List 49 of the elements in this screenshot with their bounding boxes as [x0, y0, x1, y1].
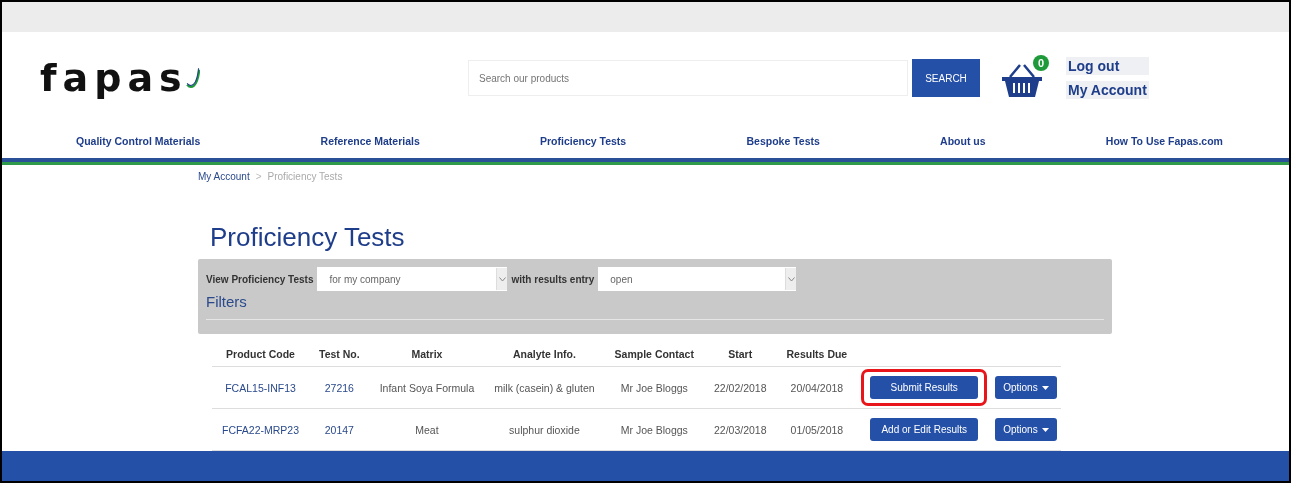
options-button[interactable]: Options [995, 376, 1057, 399]
nav-link[interactable]: How To Use Fapas.com [1105, 135, 1223, 147]
company-select[interactable]: for my company [317, 267, 508, 291]
search-button[interactable]: SEARCH [912, 59, 980, 97]
table-link[interactable]: 20147 [309, 408, 370, 451]
column-header: Results Due [776, 342, 858, 367]
basket-count-badge: 0 [1033, 55, 1049, 71]
table-cell: Infant Soya Formula [369, 366, 485, 409]
nav-link[interactable]: Proficiency Tests [540, 135, 627, 147]
column-header: Test No. [309, 342, 370, 367]
filter-label: View Proficiency Tests [206, 273, 314, 285]
breadcrumb-link[interactable]: My Account [198, 171, 250, 182]
column-header: Analyte Info. [484, 342, 605, 367]
chevron-down-icon [787, 276, 795, 282]
account-link[interactable]: My Account [1066, 81, 1149, 99]
table-cell: 20/04/2018 [776, 366, 858, 409]
column-header: Matrix [369, 342, 485, 367]
table-cell: Mr Joe Bloggs [604, 408, 704, 451]
nav-link[interactable]: Bespoke Tests [746, 135, 820, 147]
page-title: Proficiency Tests [210, 222, 406, 253]
chevron-down-icon [498, 276, 506, 282]
filters-link[interactable]: Filters [206, 293, 247, 310]
table-cell: Mr Joe Bloggs [604, 366, 704, 409]
breadcrumb-separator: > [255, 171, 262, 182]
table-cell: 22/03/2018 [703, 408, 777, 451]
nav-link[interactable]: About us [940, 135, 986, 147]
table-link[interactable]: FCAL15-INF13 [212, 366, 310, 409]
table-cell: Meat [369, 408, 485, 451]
search-field[interactable]: Search our products [468, 60, 908, 96]
logo-text: fapas [40, 56, 188, 100]
column-header: Start [703, 342, 777, 367]
table-cell: 22/02/2018 [703, 366, 777, 409]
table-cell: sulphur dioxide [484, 408, 605, 451]
options-button[interactable]: Options [995, 418, 1057, 441]
nav-link[interactable]: Quality Control Materials [76, 135, 201, 147]
column-header: Product Code [212, 342, 310, 367]
caret-icon [1041, 385, 1049, 390]
results-button[interactable]: Add or Edit Results [870, 418, 979, 441]
filter-label: with results entry [511, 273, 595, 285]
account-link[interactable]: Log out [1066, 57, 1149, 75]
column-header: Sample Contact [604, 342, 704, 367]
table-cell: milk (casein) & gluten [484, 366, 605, 409]
table-link[interactable]: 27216 [309, 366, 370, 409]
nav-link[interactable]: Reference Materials [320, 135, 420, 147]
caret-icon [1041, 427, 1049, 432]
results-button[interactable]: Submit Results [870, 376, 979, 399]
table-link[interactable]: FCFA22-MRP23 [212, 408, 310, 451]
table-cell: 01/05/2018 [776, 408, 858, 451]
results-entry-select[interactable]: open [598, 267, 797, 291]
